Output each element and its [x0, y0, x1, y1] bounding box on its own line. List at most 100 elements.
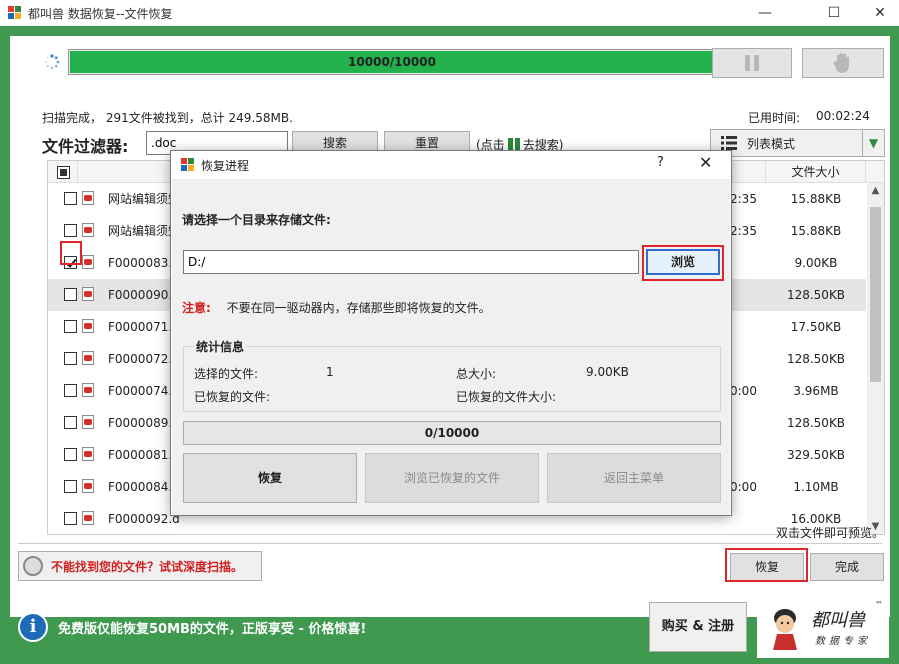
- row-checkbox[interactable]: [64, 416, 77, 429]
- selected-files-value: 1: [326, 365, 334, 379]
- file-date: 0:00: [730, 480, 757, 494]
- doc-file-icon: [82, 223, 94, 237]
- file-name: F0000092.d: [108, 512, 180, 526]
- stats-header: 统计信息: [194, 338, 247, 355]
- file-size: 128.50KB: [786, 416, 846, 430]
- file-size: 3.96MB: [793, 384, 839, 398]
- file-size: 329.50KB: [786, 448, 846, 462]
- mascot-icon: [773, 609, 797, 650]
- doc-file-icon: [82, 191, 94, 205]
- dialog-recover-button[interactable]: 恢复: [183, 453, 357, 503]
- stop-hand-icon: [833, 53, 849, 73]
- file-name: F0000089.d: [108, 416, 180, 430]
- row-checkbox[interactable]: [64, 320, 77, 333]
- scan-progress-bar: 10000/10000: [68, 49, 716, 75]
- app-logo-icon: [8, 6, 22, 20]
- deep-scan-label: 不能找到您的文件？试试深度扫描。: [51, 559, 244, 574]
- file-name: F0000090.d: [108, 288, 180, 302]
- browse-recovered-button[interactable]: 浏览已恢复的文件: [365, 453, 539, 503]
- file-name: F0000081.d: [108, 448, 180, 462]
- chevron-down-icon[interactable]: ▼: [862, 130, 884, 156]
- select-all-checkbox[interactable]: [57, 166, 70, 179]
- file-size: 9.00KB: [794, 256, 838, 270]
- file-date: 2:35: [730, 224, 757, 238]
- dialog-close-icon[interactable]: ✕: [699, 153, 712, 172]
- file-name: F0000071.d: [108, 320, 180, 334]
- filter-label: 文件过滤器:: [42, 137, 129, 156]
- window-title: 都叫兽 数据恢复--文件恢复: [28, 6, 173, 21]
- row-checkbox[interactable]: [64, 512, 77, 525]
- scrollbar-thumb[interactable]: [870, 207, 881, 382]
- trademark-mark: ™: [875, 600, 883, 609]
- spinner-icon: [45, 54, 60, 70]
- doc-file-icon: [82, 287, 94, 301]
- magnifier-icon: [23, 556, 43, 576]
- pause-button[interactable]: [712, 48, 792, 78]
- column-header-size[interactable]: 文件大小: [766, 161, 866, 183]
- preview-hint: 双击文件即可预览。: [776, 526, 885, 540]
- row-checkbox[interactable]: [64, 352, 77, 365]
- scroll-up-icon[interactable]: ▲: [867, 185, 884, 196]
- row-checkbox[interactable]: [64, 480, 77, 493]
- view-mode-select[interactable]: 列表模式 ▼: [710, 129, 885, 157]
- row-checkbox[interactable]: [64, 288, 77, 301]
- recovery-progress-bar: 0/10000: [183, 421, 721, 445]
- close-button[interactable]: ✕: [857, 0, 899, 26]
- scan-status-text: 扫描完成， 291文件被找到，总计 249.58MB.: [42, 111, 293, 125]
- notice: 注意: 不要在同一驱动器内，存储那些即将恢复的文件。: [182, 299, 491, 316]
- stats-group: 统计信息 选择的文件: 1 总大小: 9.00KB 已恢复的文件: 已恢复的文件…: [183, 338, 721, 412]
- stop-button[interactable]: [802, 48, 884, 78]
- file-name: F0000074.d: [108, 384, 180, 398]
- file-size: 15.88KB: [790, 192, 842, 206]
- notice-label: 注意:: [182, 301, 211, 315]
- row-checkbox[interactable]: [64, 192, 77, 205]
- row-checkbox[interactable]: [64, 224, 77, 237]
- deep-scan-button[interactable]: 不能找到您的文件？试试深度扫描。: [18, 551, 262, 581]
- file-date: 2:35: [730, 192, 757, 206]
- notice-text: 不要在同一驱动器内，存储那些即将恢复的文件。: [226, 301, 491, 315]
- doc-file-icon: [82, 447, 94, 461]
- bottom-bar: i 免费版仅能恢复50MB的文件，正版享受 - 价格惊喜! 购买 & 注册 都叫…: [0, 590, 899, 664]
- doc-file-icon: [82, 511, 94, 525]
- select-all-cell[interactable]: [48, 161, 78, 183]
- doc-file-icon: [82, 415, 94, 429]
- elapsed-time-label: 已用时间:: [748, 111, 801, 125]
- scan-progress-text: 10000/10000: [348, 55, 436, 69]
- highlight-box-checkbox: [60, 241, 82, 265]
- elapsed-time-value: 00:02:24: [816, 109, 870, 123]
- main-menu-button[interactable]: 返回主菜单: [547, 453, 721, 503]
- buy-register-button[interactable]: 购买 & 注册: [649, 602, 747, 652]
- dialog-body: 请选择一个目录来存储文件: 浏览 注意: 不要在同一驱动器内，存储那些即将恢复的…: [172, 179, 730, 515]
- recovered-files-label: 已恢复的文件:: [194, 390, 271, 404]
- select-all-indicator: [60, 169, 67, 176]
- maximize-button[interactable]: ☐: [811, 0, 857, 26]
- doc-file-icon: [82, 383, 94, 397]
- highlight-box-recover: [725, 548, 808, 582]
- pause-icon: [745, 55, 759, 71]
- done-button[interactable]: 完成: [810, 553, 884, 581]
- directory-prompt: 请选择一个目录来存储文件:: [182, 213, 331, 227]
- table-scrollbar[interactable]: ▲ ▼: [867, 183, 884, 534]
- doc-file-icon: [82, 351, 94, 365]
- help-icon[interactable]: ?: [657, 155, 664, 170]
- recovered-size-label: 已恢复的文件大小:: [456, 390, 557, 404]
- dialog-title-bar: 恢复进程: [171, 151, 731, 179]
- highlight-box-browse: [642, 245, 724, 281]
- file-date: 0:00: [730, 384, 757, 398]
- view-mode-label: 列表模式: [747, 136, 796, 151]
- recovery-dialog: 恢复进程 ? ✕ 请选择一个目录来存储文件: 浏览 注意: 不要在同一驱动器内，…: [170, 150, 732, 516]
- separator: [18, 543, 882, 544]
- selected-files-label: 选择的文件:: [194, 367, 259, 381]
- file-name: F0000084.d: [108, 480, 180, 494]
- total-size-value: 9.00KB: [586, 365, 629, 379]
- file-size: 128.50KB: [786, 288, 846, 302]
- save-path-input[interactable]: [183, 250, 639, 274]
- file-size: 15.88KB: [790, 224, 842, 238]
- doc-file-icon: [82, 479, 94, 493]
- row-checkbox[interactable]: [64, 448, 77, 461]
- minimize-button[interactable]: —: [742, 0, 788, 26]
- row-checkbox[interactable]: [64, 384, 77, 397]
- dialog-app-icon: [181, 158, 195, 172]
- logo-brand-text: 都叫兽: [811, 610, 865, 631]
- dialog-title: 恢复进程: [201, 158, 250, 173]
